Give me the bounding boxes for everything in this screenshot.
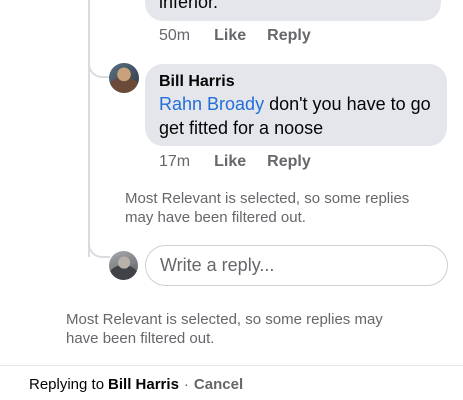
filter-notice: Most Relevant is selected, so some repli… (66, 311, 383, 347)
reply-button[interactable]: Reply (267, 27, 311, 45)
reply-comment-bubble: Bill Harris Rahn Broady don't you have t… (145, 64, 447, 146)
comment-timestamp[interactable]: 17m (159, 153, 190, 171)
thread-connector (88, 54, 110, 78)
avatar[interactable] (109, 63, 139, 93)
replying-to-label: Replying to (29, 376, 105, 393)
divider (0, 365, 463, 366)
thread-connector (88, 236, 110, 258)
separator-dot: · (183, 376, 189, 393)
like-button[interactable]: Like (214, 27, 246, 45)
comment-author[interactable]: Bill Harris (159, 72, 433, 92)
mention-link[interactable]: Rahn Broady (159, 94, 264, 114)
reply-input-box[interactable] (145, 245, 448, 286)
comment-body: Rahn Broady don't you have to go get fit… (159, 92, 433, 140)
comment-timestamp[interactable]: 50m (159, 27, 190, 45)
replying-to-bar: Replying to Bill Harris · Cancel (29, 376, 243, 393)
previous-comment-text: inferior. (159, 0, 219, 12)
reply-comment-actions: 17m Like Reply (159, 153, 332, 171)
previous-comment-actions: 50m Like Reply (159, 27, 332, 45)
previous-comment-bubble: inferior. (145, 0, 441, 21)
like-button[interactable]: Like (214, 153, 246, 171)
reply-button[interactable]: Reply (267, 153, 311, 171)
cancel-button[interactable]: Cancel (194, 376, 243, 393)
replying-to-name: Bill Harris (108, 376, 179, 393)
filter-notice: Most Relevant is selected, so some repli… (125, 190, 410, 226)
reply-input[interactable] (146, 246, 447, 285)
thread-line (88, 0, 90, 257)
avatar (109, 251, 138, 280)
